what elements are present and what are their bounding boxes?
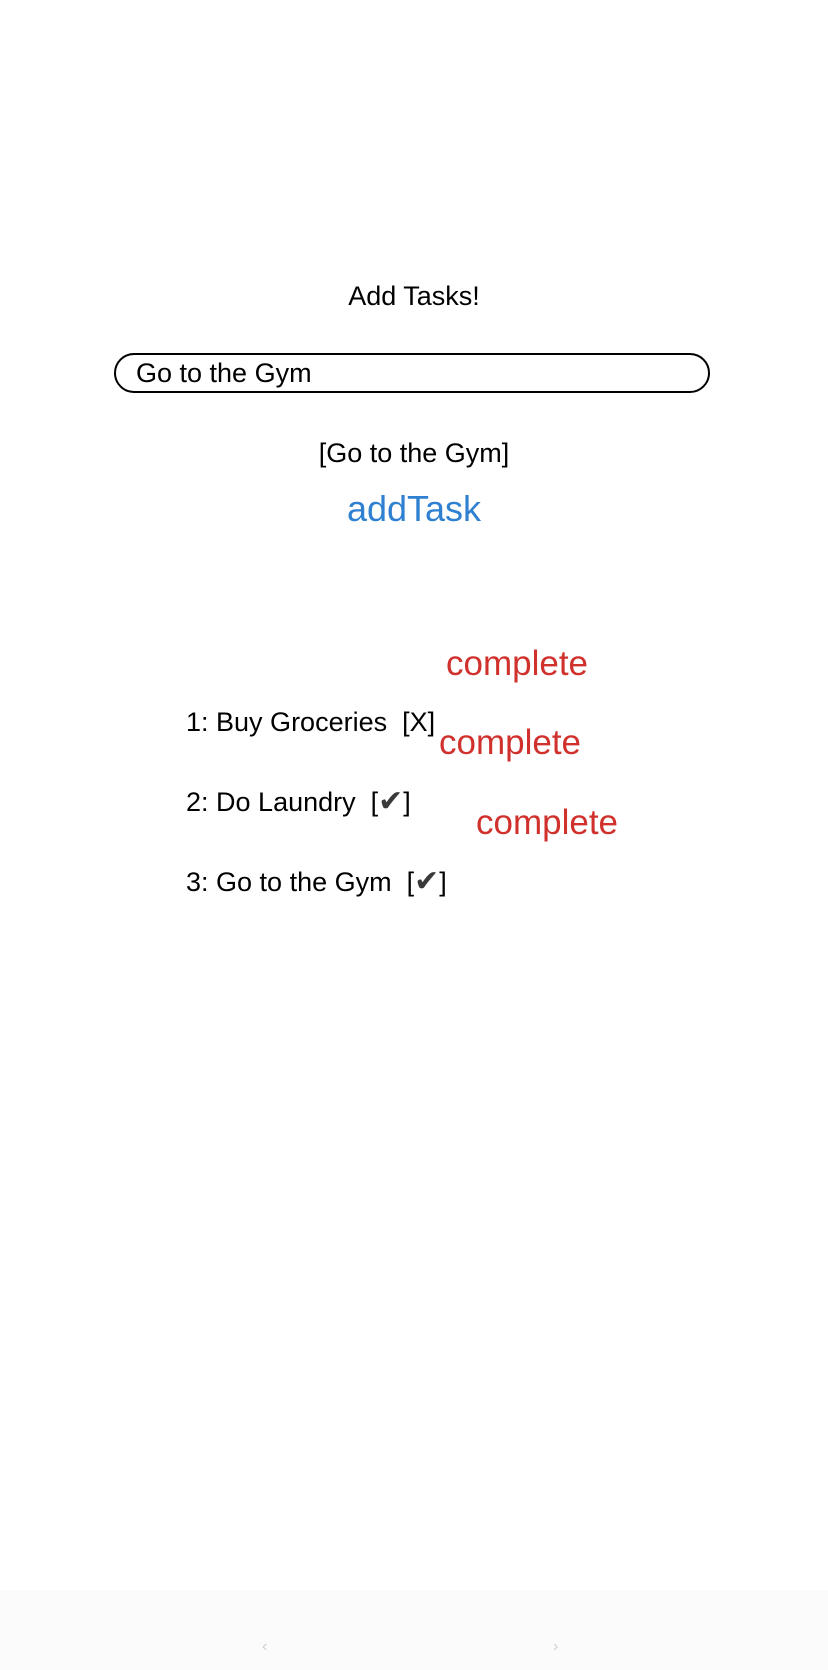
complete-button[interactable]: complete: [439, 721, 581, 765]
task-text: 3: Go to the Gym [: [186, 867, 415, 897]
task-item-label: 2: Do Laundry [✔]: [171, 748, 411, 820]
echo-text: [Go to the Gym]: [318, 438, 510, 468]
forward-chevron-icon[interactable]: ›: [553, 1638, 558, 1656]
home-indicator-bar: [0, 1590, 828, 1670]
task-text: 1: Buy Groceries [X]: [186, 707, 436, 737]
checkmark-icon: ✔: [414, 864, 440, 899]
page-title: Add Tasks!: [348, 281, 480, 311]
task-suffix: ]: [403, 787, 411, 817]
complete-button[interactable]: complete: [476, 801, 618, 845]
checkmark-icon: ✔: [378, 784, 404, 819]
task-item-label: 1: Buy Groceries [X]: [171, 668, 435, 740]
task-input[interactable]: [114, 353, 710, 393]
complete-button[interactable]: complete: [446, 642, 588, 686]
back-chevron-icon[interactable]: ‹: [262, 1638, 267, 1656]
task-text: 2: Do Laundry [: [186, 787, 379, 817]
task-suffix: ]: [439, 867, 447, 897]
task-item-label: 3: Go to the Gym [✔]: [171, 828, 447, 900]
add-task-button[interactable]: addTask: [0, 486, 828, 532]
